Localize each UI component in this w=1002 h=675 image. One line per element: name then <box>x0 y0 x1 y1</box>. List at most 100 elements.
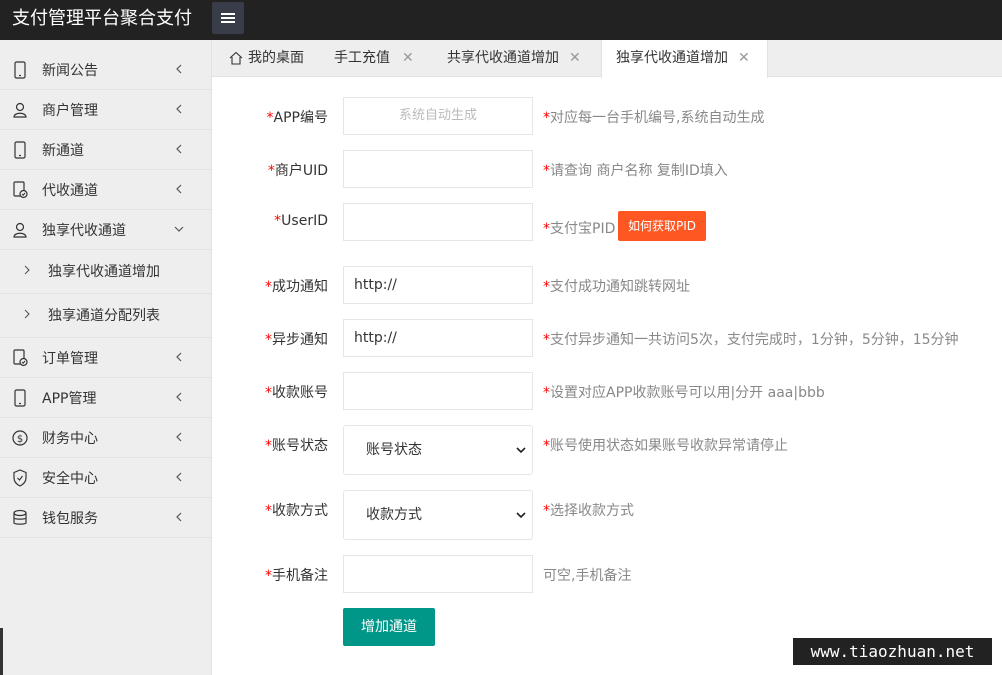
tab-bar: 我的桌面 手工充值 ✕ 共享代收通道增加 ✕ 独享代收通道增加 ✕ <box>212 40 1002 78</box>
tab-label: 手工充值 <box>334 50 390 66</box>
success-notify-hint: *支付成功通知跳转网址 <box>543 279 690 295</box>
tab-label: 我的桌面 <box>248 50 304 66</box>
user-id-input[interactable] <box>343 203 533 241</box>
app-id-input[interactable]: 系统自动生成 <box>343 97 533 135</box>
success-notify-label: *成功通知 <box>265 279 328 295</box>
svg-text:$: $ <box>17 434 23 445</box>
tab-shared-channel-add[interactable]: 共享代收通道增加 ✕ <box>447 40 607 77</box>
sidebar-item-app-management[interactable]: APP管理 <box>0 378 212 418</box>
chevron-left-icon <box>176 104 182 114</box>
sidebar-item-orders[interactable]: 订单管理 <box>0 338 212 378</box>
receive-method-select[interactable]: 收款方式 <box>343 490 533 540</box>
async-notify-hint: *支付异步通知一共访问5次，支付完成时，1分钟，5分钟，15分钟 <box>543 332 959 348</box>
sidebar-item-wallet[interactable]: 钱包服务 <box>0 498 212 538</box>
sidebar-item-news[interactable]: 新闻公告 <box>0 50 212 90</box>
receive-method-hint: *选择收款方式 <box>543 503 634 519</box>
chevron-left-icon <box>176 512 182 522</box>
sidebar-scrollbar[interactable] <box>0 628 3 675</box>
how-to-get-pid-button[interactable]: 如何获取PID <box>618 211 706 241</box>
sidebar-item-label: 代收通道 <box>42 183 98 199</box>
account-status-hint: *账号使用状态如果账号收款异常请停止 <box>543 438 788 454</box>
app-title: 支付管理平台聚合支付 <box>12 8 192 29</box>
app-id-label: *APP编号 <box>266 110 328 126</box>
sidebar-subitem-exclusive-add[interactable]: 独享代收通道增加 <box>0 250 212 294</box>
sidebar-item-collection-channel[interactable]: 代收通道 <box>0 170 212 210</box>
shield-icon <box>13 469 27 487</box>
menu-icon <box>221 13 235 15</box>
phone-note-label: *手机备注 <box>265 568 328 584</box>
sidebar-item-merchants[interactable]: 商户管理 <box>0 90 212 130</box>
phone-note-hint: 可空,手机备注 <box>543 568 632 584</box>
tab-label: 独享代收通道增加 <box>616 50 728 66</box>
receive-method-label: *收款方式 <box>265 503 328 519</box>
account-status-value: 账号状态 <box>366 442 422 458</box>
document-check-icon <box>13 349 28 367</box>
receive-account-label: *收款账号 <box>265 385 328 401</box>
account-status-select[interactable]: 账号状态 <box>343 425 533 475</box>
sidebar-item-label: APP管理 <box>42 391 97 407</box>
add-channel-button[interactable]: 增加通道 <box>343 608 435 646</box>
merchant-uid-input[interactable] <box>343 150 533 188</box>
merchant-uid-label: *商户UID <box>267 163 328 179</box>
sidebar-item-label: 独享代收通道 <box>42 223 126 239</box>
sidebar-item-label: 订单管理 <box>42 351 98 367</box>
sidebar: 新闻公告 商户管理 新通道 代收通道 独享代收通道 独享代收通道增加 独享通道分… <box>0 40 212 675</box>
tab-label: 共享代收通道增加 <box>447 50 559 66</box>
tab-manual-recharge[interactable]: 手工充值 ✕ <box>334 40 424 77</box>
chevron-left-icon <box>176 144 182 154</box>
sidebar-item-label: 新通道 <box>42 143 84 159</box>
sidebar-item-label: 安全中心 <box>42 471 98 487</box>
app-id-hint: *对应每一台手机编号,系统自动生成 <box>543 110 765 126</box>
menu-icon <box>221 17 235 19</box>
tab-home[interactable]: 我的桌面 <box>228 40 304 77</box>
sidebar-item-new-channel[interactable]: 新通道 <box>0 130 212 170</box>
sidebar-subitem-label: 独享代收通道增加 <box>48 264 160 280</box>
user-id-label: *UserID <box>274 213 328 229</box>
dollar-circle-icon: $ <box>12 430 28 446</box>
sidebar-item-exclusive-channel[interactable]: 独享代收通道 <box>0 210 212 250</box>
sidebar-item-label: 商户管理 <box>42 103 98 119</box>
sidebar-item-label: 新闻公告 <box>42 63 98 79</box>
close-icon[interactable]: ✕ <box>738 40 750 77</box>
chevron-down-icon <box>516 512 526 519</box>
async-notify-input[interactable]: http:// <box>343 319 533 357</box>
chevron-left-icon <box>176 432 182 442</box>
user-icon <box>13 222 27 238</box>
sidebar-item-security[interactable]: 安全中心 <box>0 458 212 498</box>
menu-toggle-button[interactable] <box>212 2 244 34</box>
chevron-left-icon <box>176 184 182 194</box>
close-icon[interactable]: ✕ <box>402 40 414 77</box>
chevron-left-icon <box>176 64 182 74</box>
merchant-uid-hint: *请查询 商户名称 复制ID填入 <box>543 163 728 179</box>
chevron-down-icon <box>174 226 184 232</box>
top-bar: 支付管理平台聚合支付 <box>0 0 1002 40</box>
chevron-left-icon <box>176 472 182 482</box>
sidebar-subitem-label: 独享通道分配列表 <box>48 308 160 324</box>
phone-icon <box>14 61 26 79</box>
watermark: www.tiaozhuan.net <box>793 638 992 665</box>
sidebar-item-label: 财务中心 <box>42 431 98 447</box>
menu-icon <box>221 21 235 23</box>
receive-account-input[interactable] <box>343 372 533 410</box>
phone-icon <box>14 141 26 159</box>
home-icon <box>229 51 243 65</box>
chevron-left-icon <box>176 392 182 402</box>
sidebar-subitem-exclusive-list[interactable]: 独享通道分配列表 <box>0 294 212 338</box>
phone-note-input[interactable] <box>343 555 533 593</box>
sidebar-item-label: 钱包服务 <box>42 511 98 527</box>
chevron-left-icon <box>176 352 182 362</box>
user-icon <box>13 102 27 118</box>
tab-exclusive-channel-add[interactable]: 独享代收通道增加 ✕ <box>601 40 768 78</box>
sidebar-item-finance[interactable]: $ 财务中心 <box>0 418 212 458</box>
chevron-right-icon <box>24 309 30 319</box>
chevron-right-icon <box>24 265 30 275</box>
document-check-icon <box>13 181 28 199</box>
chevron-down-icon <box>516 447 526 454</box>
close-icon[interactable]: ✕ <box>569 40 581 77</box>
account-status-label: *账号状态 <box>265 438 328 454</box>
receive-method-value: 收款方式 <box>366 507 422 523</box>
user-id-hint: *支付宝PID <box>543 221 616 237</box>
receive-account-hint: *设置对应APP收款账号可以用|分开 aaa|bbb <box>543 385 825 401</box>
success-notify-input[interactable]: http:// <box>343 266 533 304</box>
async-notify-label: *异步通知 <box>265 332 328 348</box>
